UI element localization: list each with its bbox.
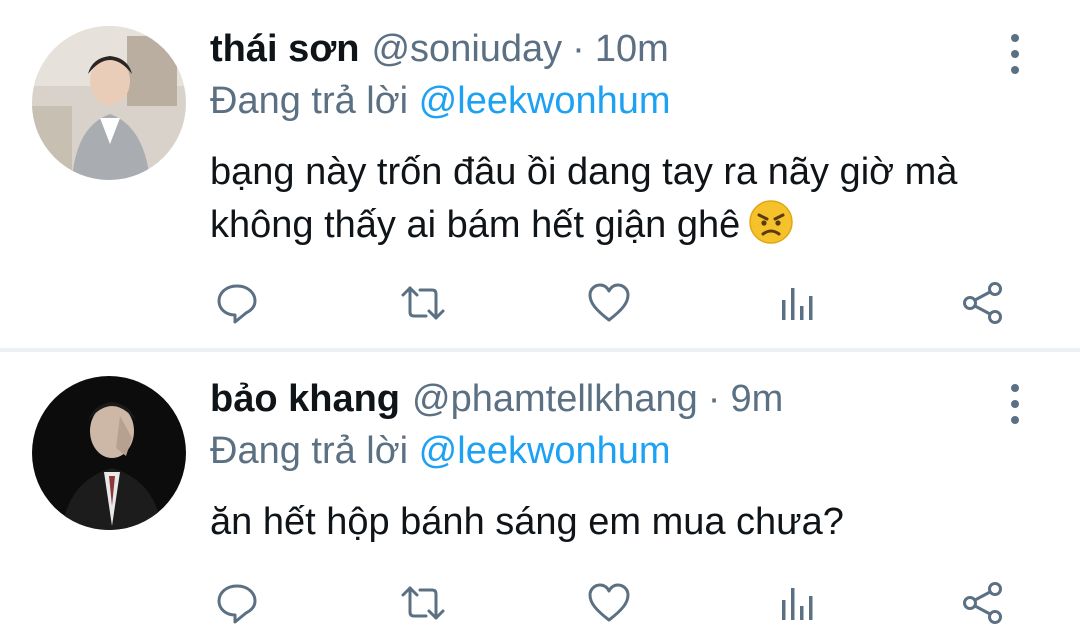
replying-to: Đang trả lời @leekwonhum: [210, 430, 671, 473]
tweet-actions: [210, 578, 1010, 628]
mention-link[interactable]: @leekwonhum: [419, 430, 671, 472]
user-handle[interactable]: @soniuday: [371, 28, 562, 71]
tweet-actions: [210, 278, 1010, 328]
more-vertical-icon[interactable]: [1000, 34, 1030, 74]
analytics-icon: [782, 588, 813, 620]
reply-button[interactable]: [212, 278, 262, 328]
tweet-header: thái sơn @soniuday · 10m: [210, 28, 669, 78]
avatar-image: [32, 26, 186, 180]
tweet-header: bảo khang @phamtellkhang · 9m: [210, 378, 783, 428]
avatar-image: [32, 376, 186, 530]
tweet-text: bạng này trốn đâu ồi dang tay ra nãy giờ…: [210, 146, 1040, 252]
share-button[interactable]: [958, 278, 1008, 328]
separator-dot: ·: [707, 378, 721, 420]
avatar[interactable]: [32, 376, 186, 530]
timestamp[interactable]: 9m: [730, 378, 783, 421]
retweet-icon: [401, 286, 445, 320]
angry-face-emoji-icon: [749, 200, 794, 244]
analytics-icon: [782, 288, 813, 320]
like-button[interactable]: [584, 278, 634, 328]
display-name[interactable]: thái sơn: [210, 28, 359, 71]
like-button[interactable]: [584, 578, 634, 628]
replying-prefix: Đang trả lời: [210, 430, 409, 472]
tweet-text: ăn hết hộp bánh sáng em mua chưa?: [210, 496, 1040, 549]
share-icon: [963, 282, 1002, 324]
timestamp[interactable]: 10m: [595, 28, 669, 71]
share-icon: [963, 582, 1002, 624]
replying-prefix: Đang trả lời: [210, 80, 409, 122]
separator-dot: ·: [572, 28, 585, 70]
timeline-feed: thái sơn @soniuday · 10m Đang trả lời @l…: [0, 0, 1080, 636]
avatar[interactable]: [32, 26, 186, 180]
replying-to: Đang trả lời @leekwonhum: [210, 80, 671, 123]
reply-button[interactable]: [212, 578, 262, 628]
share-button[interactable]: [958, 578, 1008, 628]
more-vertical-icon[interactable]: [1000, 384, 1030, 424]
tweet[interactable]: bảo khang @phamtellkhang · 9m Đang trả l…: [0, 352, 1080, 636]
retweet-button[interactable]: [398, 578, 448, 628]
user-handle[interactable]: @phamtellkhang: [412, 378, 698, 421]
reply-icon: [217, 584, 257, 624]
tweet-text-content: ăn hết hộp bánh sáng em mua chưa?: [210, 501, 844, 543]
reply-icon: [217, 284, 257, 324]
retweet-button[interactable]: [398, 278, 448, 328]
heart-icon: [588, 283, 630, 322]
tweet[interactable]: thái sơn @soniuday · 10m Đang trả lời @l…: [0, 0, 1080, 350]
analytics-button[interactable]: [772, 278, 822, 328]
analytics-button[interactable]: [772, 578, 822, 628]
mention-link[interactable]: @leekwonhum: [419, 80, 671, 122]
display-name[interactable]: bảo khang: [210, 378, 400, 421]
tweet-text-content: bạng này trốn đâu ồi dang tay ra nãy giờ…: [210, 151, 958, 246]
retweet-icon: [401, 586, 445, 620]
heart-icon: [588, 583, 630, 622]
